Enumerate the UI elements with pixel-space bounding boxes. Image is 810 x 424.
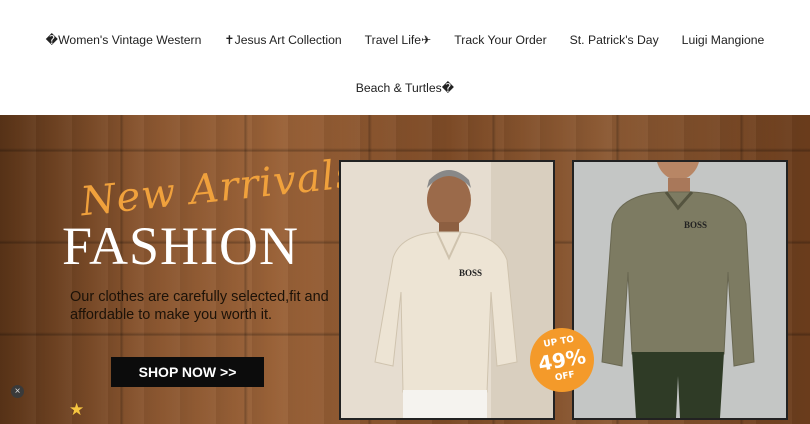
model-olive-illustration: BOSS <box>574 162 786 418</box>
model-cream-illustration: BOSS <box>341 162 553 418</box>
nav-link-luigi-mangione[interactable]: Luigi Mangione <box>682 33 765 47</box>
nav-link-track-your-order[interactable]: Track Your Order <box>454 33 546 47</box>
close-icon[interactable]: × <box>11 385 24 398</box>
main-navigation: �Women's Vintage Western ✝Jesus Art Coll… <box>0 0 810 116</box>
nav-link-st-patricks-day[interactable]: St. Patrick's Day <box>570 33 659 47</box>
hero-headline: FASHION <box>62 216 300 276</box>
nav-link-beach-turtles[interactable]: Beach & Turtles� <box>356 81 455 95</box>
boss-logo-1: BOSS <box>459 268 482 278</box>
nav-link-travel-life[interactable]: Travel Life✈ <box>365 33 432 47</box>
hero-banner[interactable]: New Arrivals FASHION Our clothes are car… <box>0 115 810 424</box>
nav-link-jesus-art-collection[interactable]: ✝Jesus Art Collection <box>224 33 341 47</box>
nav-row-secondary: Beach & Turtles� <box>0 81 810 95</box>
model-photo-olive-sweater[interactable]: BOSS <box>572 160 788 420</box>
model-photo-cream-sweater[interactable]: BOSS <box>339 160 555 420</box>
shop-now-button[interactable]: SHOP NOW >> <box>111 357 264 387</box>
nav-link-womens-vintage-western[interactable]: �Women's Vintage Western <box>46 33 202 47</box>
nav-row-primary: �Women's Vintage Western ✝Jesus Art Coll… <box>0 33 810 47</box>
boss-logo-2: BOSS <box>684 220 707 230</box>
star-icon: ★ <box>69 400 85 419</box>
hero-tagline: Our clothes are carefully selected,fit a… <box>70 289 329 323</box>
